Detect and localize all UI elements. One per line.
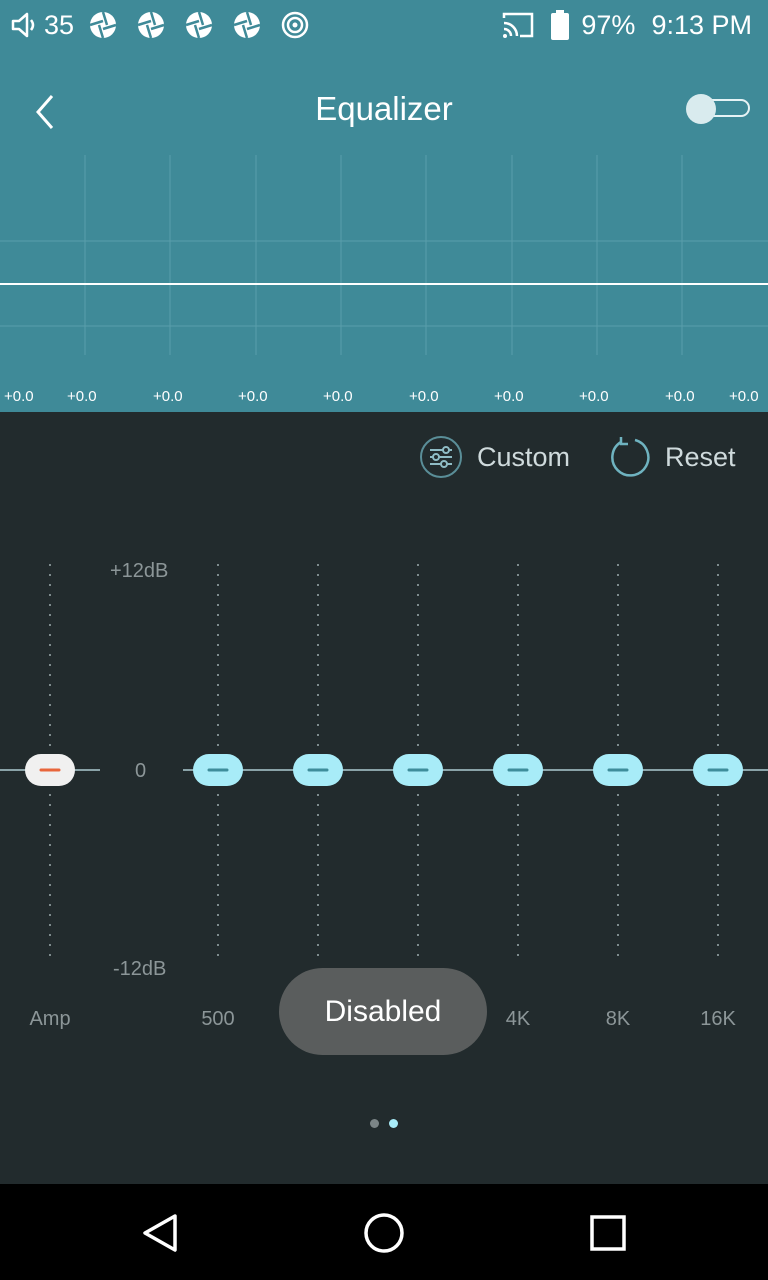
- reset-button[interactable]: Reset: [609, 434, 736, 480]
- graph-grid: [0, 155, 768, 355]
- navigation-bar: [0, 1184, 768, 1280]
- equalizer-toggle[interactable]: [686, 94, 752, 124]
- gain-label: +0.0: [409, 388, 439, 405]
- equalizer-header-panel: 35 97% 9:13 PM Equalizer +0.0 +0.0 +0.0 …: [0, 0, 768, 412]
- nav-back-button[interactable]: [137, 1208, 187, 1258]
- custom-label: Custom: [477, 441, 571, 472]
- gain-label: +0.0: [153, 388, 183, 405]
- scale-min-label: -12dB: [113, 958, 167, 980]
- title-bar: Equalizer: [0, 72, 768, 148]
- volume-level: 35: [44, 9, 75, 40]
- scale-zero-label: 0: [135, 760, 147, 782]
- gain-label: +0.0: [579, 388, 609, 405]
- aperture-icon: [137, 11, 165, 39]
- status-bar: 35 97% 9:13 PM: [0, 0, 768, 50]
- cast-icon: [503, 12, 534, 38]
- toggle-knob: [686, 94, 716, 124]
- gain-label: +0.0: [729, 388, 759, 405]
- graph-gain-labels: +0.0 +0.0 +0.0 +0.0 +0.0 +0.0 +0.0 +0.0 …: [0, 388, 768, 412]
- sliders-icon: [420, 436, 462, 478]
- equalizer-controls-panel: Custom Reset +12dB 0 -12dB Amp5001K2K4K8…: [0, 412, 768, 1184]
- gain-label: +0.0: [665, 388, 695, 405]
- toast-message: Disabled: [279, 968, 487, 1055]
- aperture-icon: [89, 11, 117, 39]
- nav-home-button[interactable]: [359, 1208, 409, 1258]
- band-label: 4K: [505, 1008, 531, 1030]
- status-right-group: 97% 9:13 PM: [501, 8, 752, 42]
- band-label: 500: [201, 1008, 235, 1030]
- band-label: 16K: [700, 1008, 736, 1030]
- page-dot: [370, 1119, 379, 1128]
- triangle-back-icon: [143, 1214, 177, 1252]
- aperture-icon: [185, 11, 213, 39]
- page-title: Equalizer: [315, 90, 453, 127]
- battery-icon: [551, 10, 570, 40]
- gain-label: +0.0: [67, 388, 97, 405]
- page-indicator: [370, 1119, 400, 1129]
- band-label: Amp: [29, 1008, 71, 1030]
- reset-label: Reset: [665, 441, 736, 472]
- gain-label: +0.0: [4, 388, 34, 405]
- gain-label: +0.0: [323, 388, 353, 405]
- gain-label: +0.0: [494, 388, 524, 405]
- aperture-icon: [233, 11, 261, 39]
- status-left-group: 35: [10, 8, 310, 42]
- battery-percent: 97%: [581, 9, 636, 40]
- volume-icon: [11, 12, 35, 38]
- eq-curve-graph: [0, 155, 768, 355]
- reset-icon: [611, 437, 650, 477]
- gain-label: +0.0: [238, 388, 268, 405]
- clock: 9:13 PM: [651, 9, 752, 40]
- custom-preset-button[interactable]: Custom: [419, 434, 570, 480]
- square-recents-icon: [590, 1215, 626, 1251]
- nav-recents-button[interactable]: [583, 1208, 633, 1258]
- circle-home-icon: [364, 1213, 404, 1253]
- band-label: 8K: [605, 1008, 631, 1030]
- spiral-icon: [281, 11, 309, 39]
- page-dot-active: [389, 1119, 398, 1128]
- scale-max-label: +12dB: [110, 560, 169, 582]
